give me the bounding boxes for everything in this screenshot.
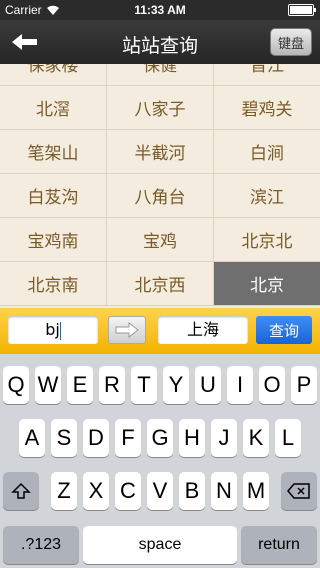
status-bar: Carrier 11:33 AM	[0, 0, 320, 20]
station-cell[interactable]: 北京	[214, 262, 320, 306]
key-q[interactable]: Q	[3, 366, 29, 404]
station-cell[interactable]: 北京南	[0, 262, 107, 306]
key-s[interactable]: S	[51, 419, 77, 457]
key-r[interactable]: R	[99, 366, 125, 404]
station-cell[interactable]: 白涧	[214, 130, 320, 174]
station-cell[interactable]: 八家子	[107, 86, 214, 130]
key-b[interactable]: B	[179, 472, 205, 510]
key-d[interactable]: D	[83, 419, 109, 457]
key-x[interactable]: X	[83, 472, 109, 510]
station-row: 北滘 八家子 碧鸡关	[0, 86, 320, 130]
key-n[interactable]: N	[211, 472, 237, 510]
key-u[interactable]: U	[195, 366, 221, 404]
station-cell[interactable]: 保健	[107, 64, 214, 86]
swap-button[interactable]	[108, 316, 146, 344]
to-station-input[interactable]: 上海	[158, 316, 248, 344]
text-cursor	[59, 321, 61, 340]
station-row: 白芨沟 八角台 滨江	[0, 174, 320, 218]
key-o[interactable]: O	[259, 366, 285, 404]
keyboard-button[interactable]: 键盘	[270, 28, 312, 56]
key-p[interactable]: P	[291, 366, 317, 404]
station-cell[interactable]: 八角台	[107, 174, 214, 218]
station-cell[interactable]: 宝鸡	[107, 218, 214, 262]
query-button[interactable]: 查询	[256, 316, 312, 344]
station-cell[interactable]: 晋江	[214, 64, 320, 86]
search-bar: bj 上海 查询	[0, 308, 320, 354]
backspace-icon	[287, 483, 310, 499]
keyboard: .?123 space return QWERTYUIOP ASDFGHJKL ZX…	[0, 354, 320, 568]
key-a[interactable]: A	[19, 419, 45, 457]
shift-key[interactable]	[3, 472, 39, 510]
key-f[interactable]: F	[115, 419, 141, 457]
station-row: 笔架山 半截河 白涧	[0, 130, 320, 174]
numbers-key[interactable]: .?123	[3, 526, 79, 564]
delete-key[interactable]	[281, 472, 317, 510]
station-cell[interactable]: 保家楼	[0, 64, 107, 86]
station-row: 北京南 北京西 北京	[0, 262, 320, 306]
station-cell[interactable]: 宝鸡南	[0, 218, 107, 262]
station-cell[interactable]: 北京北	[214, 218, 320, 262]
key-z[interactable]: Z	[51, 472, 77, 510]
from-station-input[interactable]: bj	[8, 316, 98, 344]
station-cell[interactable]: 滨江	[214, 174, 320, 218]
key-h[interactable]: H	[179, 419, 205, 457]
right-arrow-icon	[115, 322, 139, 338]
key-g[interactable]: G	[147, 419, 173, 457]
shift-icon	[11, 482, 31, 499]
station-row: 保家楼 保健 晋江	[0, 64, 320, 86]
key-e[interactable]: E	[67, 366, 93, 404]
key-t[interactable]: T	[131, 366, 157, 404]
station-row: 宝鸡南 宝鸡 北京北	[0, 218, 320, 262]
key-m[interactable]: M	[243, 472, 269, 510]
navigation-bar: 站站查询 键盘	[0, 20, 320, 64]
station-cell[interactable]: 笔架山	[0, 130, 107, 174]
from-station-value: bj	[45, 320, 60, 339]
key-y[interactable]: Y	[163, 366, 189, 404]
station-cell[interactable]: 白芨沟	[0, 174, 107, 218]
station-cell[interactable]: 半截河	[107, 130, 214, 174]
return-key[interactable]: return	[241, 526, 317, 564]
key-w[interactable]: W	[35, 366, 61, 404]
key-i[interactable]: I	[227, 366, 253, 404]
key-j[interactable]: J	[211, 419, 237, 457]
space-key[interactable]: space	[83, 526, 237, 564]
key-c[interactable]: C	[115, 472, 141, 510]
station-cell[interactable]: 碧鸡关	[214, 86, 320, 130]
station-cell[interactable]: 北京西	[107, 262, 214, 306]
status-time: 11:33 AM	[134, 3, 186, 17]
key-l[interactable]: L	[275, 419, 301, 457]
station-cell[interactable]: 北滘	[0, 86, 107, 130]
key-k[interactable]: K	[243, 419, 269, 457]
station-grid: 保家楼 保健 晋江 北滘 八家子 碧鸡关 笔架山 半截河 白涧 白芨沟 八角台 滨江 宝鸡南 宝鸡 北京北北…	[0, 64, 320, 308]
key-v[interactable]: V	[147, 472, 173, 510]
battery-icon	[288, 4, 316, 16]
